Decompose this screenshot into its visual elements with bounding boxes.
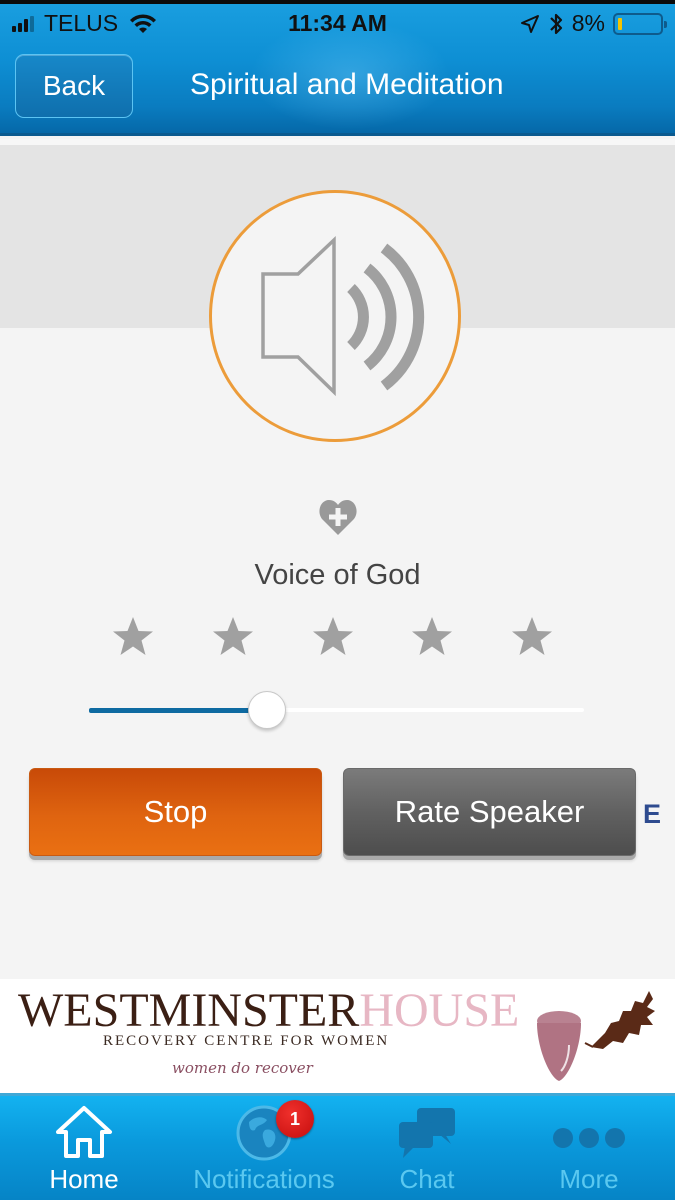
header: TELUS 11:34 AM 8% Back Spiritual and Med…	[0, 0, 675, 136]
battery-icon	[613, 12, 667, 35]
page-title: Spiritual and Meditation	[190, 68, 504, 101]
rating-star-4[interactable]	[409, 614, 455, 660]
play-audio-button[interactable]	[209, 190, 461, 442]
status-bar: TELUS 11:34 AM 8%	[0, 6, 675, 42]
app-screen: TELUS 11:34 AM 8% Back Spiritual and Med…	[0, 0, 675, 1200]
home-icon	[56, 1106, 112, 1158]
chat-bubbles-icon	[399, 1108, 455, 1158]
rating-star-2[interactable]	[210, 614, 256, 660]
acorn-leaf-logo	[537, 991, 655, 1081]
progress-slider[interactable]	[89, 691, 584, 729]
clipped-button-label[interactable]: E	[643, 799, 661, 830]
rating-stars	[110, 614, 555, 660]
stop-button[interactable]: Stop	[29, 768, 322, 856]
tab-notifications[interactable]: Notifications	[180, 1096, 348, 1200]
location-arrow-icon	[520, 14, 539, 33]
player-content: Voice of God Stop Rate Speaker E	[0, 139, 675, 979]
sponsor-banner[interactable]: WESTMINSTERHOUSE RECOVERY CENTRE FOR WOM…	[0, 979, 675, 1093]
tab-chat[interactable]: Chat	[343, 1096, 511, 1200]
rating-star-3[interactable]	[310, 614, 356, 660]
tab-chat-label: Chat	[399, 1164, 455, 1194]
tab-bar: Home Notifications 1 Chat More	[0, 1093, 675, 1200]
tab-notifications-label: Notifications	[193, 1164, 335, 1194]
banner-subtitle: RECOVERY CENTRE FOR WOMEN	[103, 1033, 390, 1049]
rating-star-1[interactable]	[110, 614, 156, 660]
slider-filled	[89, 708, 268, 713]
banner-title-part2: HOUSE	[359, 984, 520, 1037]
rate-speaker-button[interactable]: Rate Speaker	[343, 768, 636, 856]
rating-star-5[interactable]	[509, 614, 555, 660]
slider-thumb[interactable]	[248, 691, 287, 729]
speaker-volume-icon	[261, 235, 425, 397]
back-button[interactable]: Back	[15, 54, 133, 118]
track-title: Voice of God	[254, 559, 421, 591]
banner-tagline: women do recover	[172, 1059, 313, 1077]
tab-more[interactable]: More	[505, 1096, 673, 1200]
tab-home[interactable]: Home	[0, 1096, 168, 1200]
status-right: 8%	[520, 10, 667, 37]
bluetooth-icon	[549, 13, 562, 34]
heart-plus-icon[interactable]	[317, 496, 359, 538]
tab-more-label: More	[559, 1164, 619, 1194]
banner-title-part1: WESTMINSTER	[18, 984, 360, 1037]
more-dots-icon	[553, 1128, 625, 1148]
tab-home-label: Home	[49, 1164, 119, 1194]
battery-percent: 8%	[571, 10, 605, 36]
banner-title: WESTMINSTERHOUSE	[18, 983, 519, 1038]
notification-badge: 1	[276, 1100, 314, 1138]
